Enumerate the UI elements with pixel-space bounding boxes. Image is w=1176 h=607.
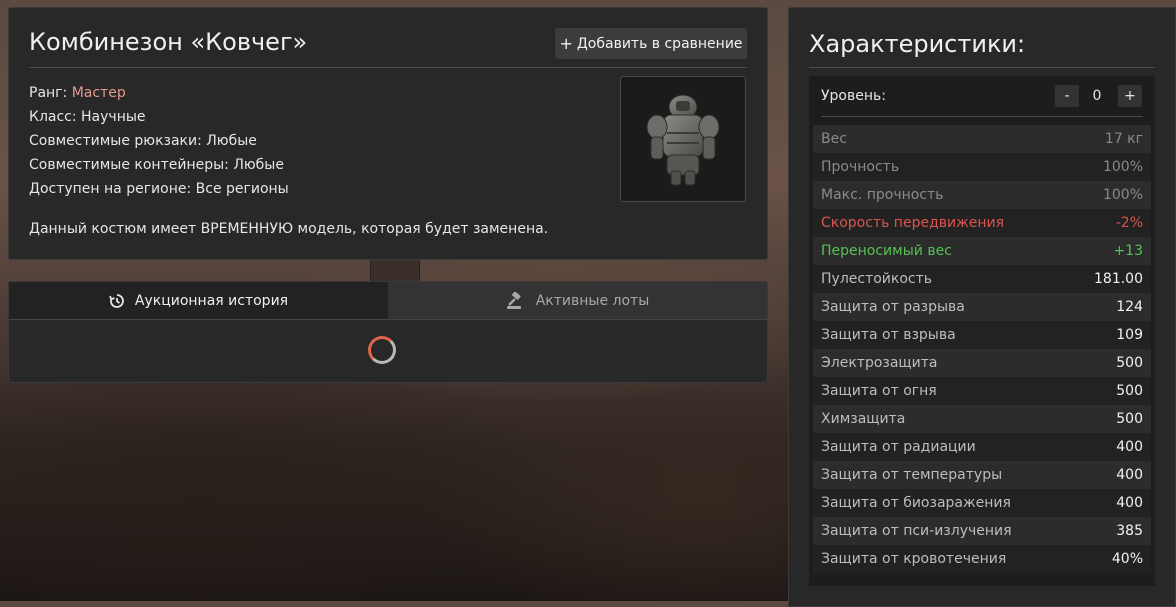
stat-value: 500 xyxy=(1116,411,1143,427)
stat-row: Вес 17 кг xyxy=(813,125,1151,153)
backpacks-line: Совместимые рюкзаки: Любые xyxy=(29,133,257,149)
stat-value: 500 xyxy=(1116,355,1143,371)
characteristics-title: Характеристики: xyxy=(809,30,1026,58)
stat-value: 17 кг xyxy=(1104,131,1143,147)
stat-value: 400 xyxy=(1116,439,1143,455)
stat-label: Пулестойкость xyxy=(821,271,933,287)
stat-value: 181.00 xyxy=(1094,271,1143,287)
stat-label: Защита от кровотечения xyxy=(821,551,1007,567)
stat-value: 124 xyxy=(1116,299,1143,315)
stat-value: 109 xyxy=(1116,327,1143,343)
level-row: Уровень: - 0 + xyxy=(809,76,1155,116)
stat-value: 100% xyxy=(1102,187,1143,203)
tab-auction-history[interactable]: Аукционная история xyxy=(9,282,388,319)
stat-row: Защита от разрыва 124 xyxy=(813,293,1151,321)
stat-label: Защита от взрыва xyxy=(821,327,956,343)
level-decrement-button[interactable]: - xyxy=(1055,85,1079,107)
stat-value: 100% xyxy=(1102,159,1143,175)
stat-row: Пулестойкость 181.00 xyxy=(813,265,1151,293)
item-info-panel: Комбинезон «Ковчег» + Добавить в сравнен… xyxy=(8,7,768,260)
stat-row: Защита от радиации 400 xyxy=(813,433,1151,461)
class-line: Класс: Научные xyxy=(29,109,146,125)
region-line: Доступен на регионе: Все регионы xyxy=(29,181,289,197)
rank-value: Мастер xyxy=(71,85,126,101)
item-properties: Ранг: Мастер Класс: Научные Совместимые … xyxy=(29,81,289,201)
characteristics-divider xyxy=(809,67,1155,68)
tab-active-lots-label: Активные лоты xyxy=(535,292,650,309)
tab-active-lots[interactable]: Активные лоты xyxy=(388,282,767,319)
stat-label: Вес xyxy=(821,131,847,147)
compare-button-label: Добавить в сравнение xyxy=(576,35,743,52)
stat-row: Защита от огня 500 xyxy=(813,377,1151,405)
stat-label: Защита от радиации xyxy=(821,439,976,455)
title-divider xyxy=(29,67,747,68)
stat-row: Защита от температуры 400 xyxy=(813,461,1151,489)
stat-label: Защита от пси-излучения xyxy=(821,523,1012,539)
stat-row: Химзащита 500 xyxy=(813,405,1151,433)
stat-value: +13 xyxy=(1113,243,1143,259)
history-icon xyxy=(109,293,124,308)
item-image xyxy=(620,76,746,202)
loading-spinner xyxy=(368,336,396,364)
stat-row: Прочность 100% xyxy=(813,153,1151,181)
gavel-icon xyxy=(506,291,521,309)
stat-label: Химзащита xyxy=(821,411,906,427)
armor-suit-icon xyxy=(646,94,720,186)
level-value: 0 xyxy=(1092,88,1102,104)
stat-label: Защита от биозаражения xyxy=(821,495,1011,511)
stat-row: Защита от кровотечения 40% xyxy=(813,545,1151,573)
stat-value: 40% xyxy=(1111,551,1143,567)
stat-row: Скорость передвижения -2% xyxy=(813,209,1151,237)
add-to-compare-button[interactable]: + Добавить в сравнение xyxy=(555,28,747,59)
stat-label: Макс. прочность xyxy=(821,187,944,203)
stats-box: Уровень: - 0 + Вес 17 кг Прочность 100% Макс… xyxy=(809,76,1155,586)
auction-panel: Аукционная история Активные лоты xyxy=(8,281,768,383)
plus-icon: + xyxy=(559,33,573,53)
auction-tabs: Аукционная история Активные лоты xyxy=(9,282,767,320)
characteristics-panel: Характеристики: Уровень: - 0 + Вес 17 кг П… xyxy=(788,7,1176,607)
stat-value: 400 xyxy=(1116,495,1143,511)
stat-row: Макс. прочность 100% xyxy=(813,181,1151,209)
containers-line: Совместимые контейнеры: Любые xyxy=(29,157,284,173)
stat-row: Защита от биозаражения 400 xyxy=(813,489,1151,517)
stat-label: Электрозащита xyxy=(821,355,938,371)
item-title: Комбинезон «Ковчег» xyxy=(29,28,308,56)
stats-list: Вес 17 кг Прочность 100% Макс. прочность 100%… xyxy=(813,125,1151,573)
level-divider xyxy=(821,116,1143,117)
stat-label: Защита от огня xyxy=(821,383,937,399)
stat-label: Скорость передвижения xyxy=(821,215,1004,231)
stat-value: -2% xyxy=(1115,215,1143,231)
rank-label: Ранг: xyxy=(29,85,68,101)
stat-label: Защита от разрыва xyxy=(821,299,965,315)
stat-row: Электрозащита 500 xyxy=(813,349,1151,377)
rank-line: Ранг: Мастер xyxy=(29,81,289,105)
stat-value: 400 xyxy=(1116,467,1143,483)
stat-label: Защита от температуры xyxy=(821,467,1003,483)
stat-label: Прочность xyxy=(821,159,900,175)
level-increment-button[interactable]: + xyxy=(1118,85,1142,107)
stat-value: 500 xyxy=(1116,383,1143,399)
stat-row: Защита от пси-излучения 385 xyxy=(813,517,1151,545)
stat-row: Защита от взрыва 109 xyxy=(813,321,1151,349)
tab-auction-history-label: Аукционная история xyxy=(134,292,289,309)
stat-value: 385 xyxy=(1116,523,1143,539)
item-description: Данный костюм имеет ВРЕМЕННУЮ модель, ко… xyxy=(29,221,549,237)
level-label: Уровень: xyxy=(821,88,886,104)
stat-label: Переносимый вес xyxy=(821,243,952,259)
stat-row: Переносимый вес +13 xyxy=(813,237,1151,265)
